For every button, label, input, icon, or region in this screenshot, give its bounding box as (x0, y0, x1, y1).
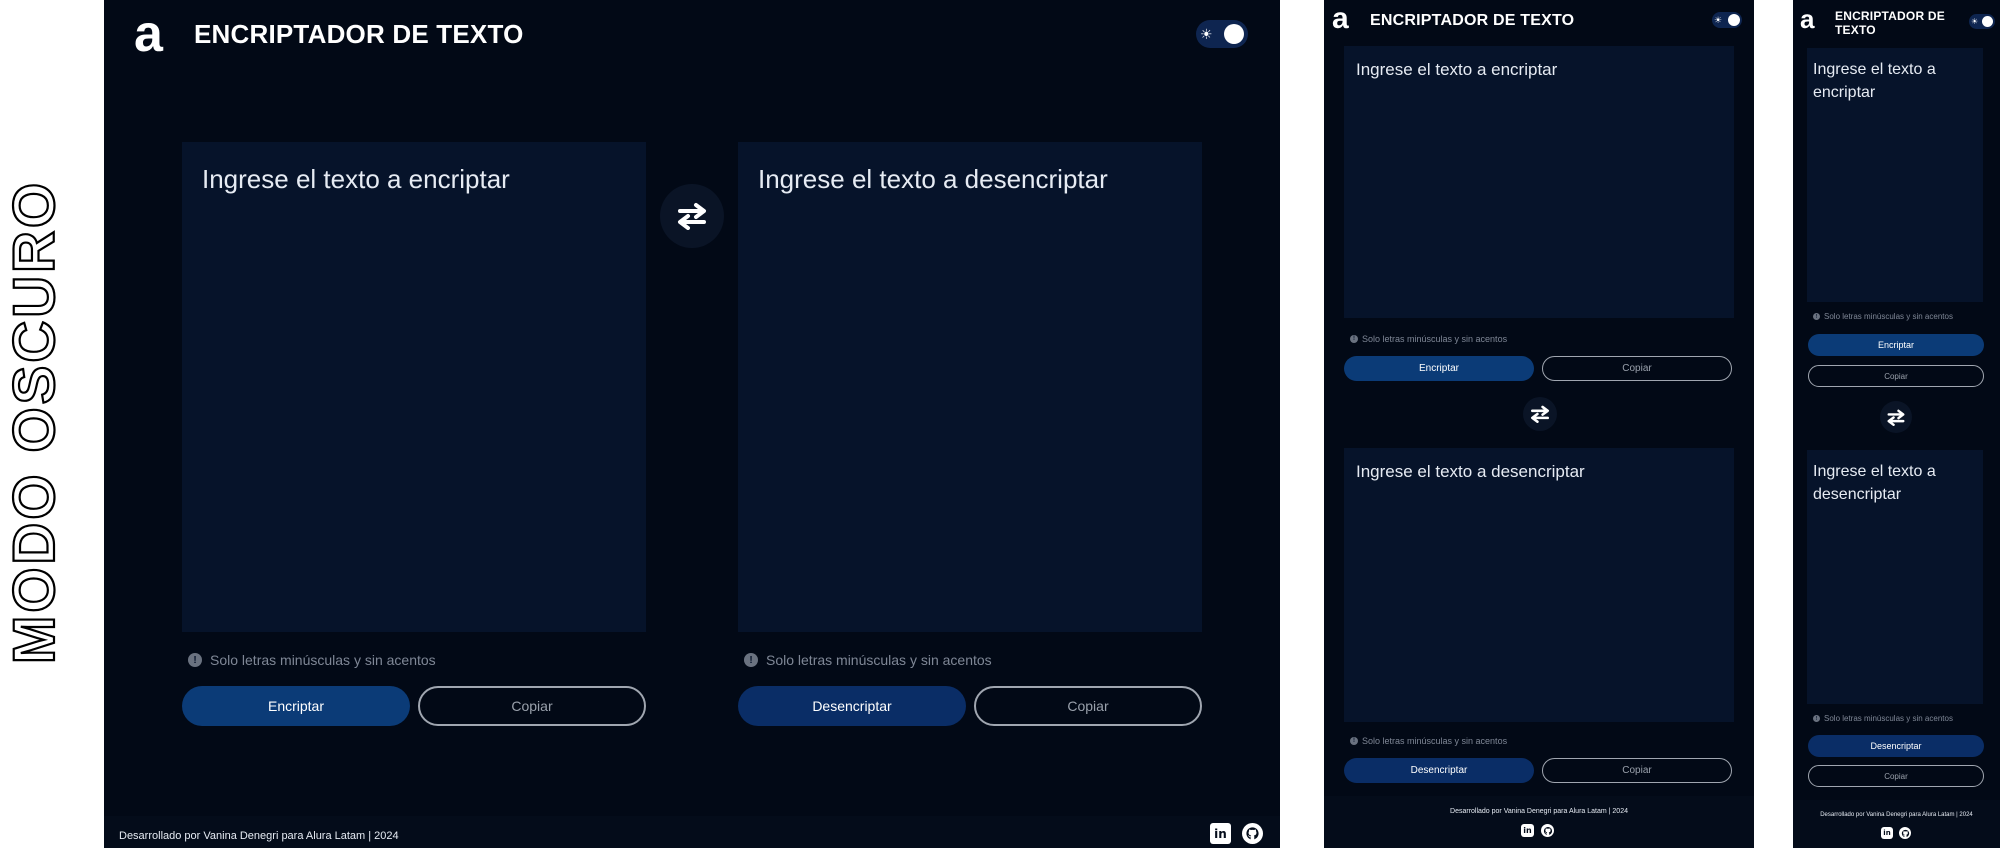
decrypt-button[interactable]: Desencriptar (1344, 758, 1534, 783)
encrypt-placeholder: Ingrese el texto a encriptar (1356, 60, 1558, 79)
desktop-view: a ENCRIPTADOR DE TEXTO ☀ Ingrese el text… (104, 0, 1280, 848)
encrypt-button[interactable]: Encriptar (182, 686, 410, 726)
linkedin-icon[interactable]: in (1881, 827, 1893, 839)
app-title: ENCRIPTADOR DE TEXTO (1370, 12, 1575, 29)
swap-arrows-icon (678, 203, 706, 230)
github-glyph (1246, 827, 1259, 840)
swap-button[interactable] (1523, 397, 1557, 431)
copy-encrypted-button[interactable]: Copiar (1808, 365, 1984, 387)
footer: Desarrollado por Vanina Denegri para Alu… (1324, 796, 1754, 848)
copy-decrypted-button[interactable]: Copiar (974, 686, 1202, 726)
app-title: ENCRIPTADOR DE TEXTO (1835, 9, 1945, 37)
alura-logo: a (1332, 2, 1349, 35)
toggle-knob (1982, 16, 1993, 27)
sun-icon: ☀ (1971, 17, 1979, 26)
encrypt-placeholder: Ingrese el texto a encriptar (1813, 61, 1936, 101)
decrypt-textarea[interactable]: Ingrese el texto a desencriptar (1344, 448, 1734, 722)
decrypt-button[interactable]: Desencriptar (1808, 735, 1984, 757)
social-links: in (1210, 823, 1263, 844)
encrypt-button[interactable]: Encriptar (1344, 356, 1534, 381)
alura-logo: a (134, 5, 163, 63)
info-icon: ! (1813, 715, 1820, 722)
decrypt-hint-text: Solo letras minúsculas y sin acentos (1824, 714, 1953, 723)
linkedin-icon[interactable]: in (1521, 824, 1534, 837)
info-icon: ! (1350, 737, 1358, 745)
footer-credit: Desarrollado por Vanina Denegri para Alu… (1820, 812, 1973, 818)
info-icon: ! (188, 653, 202, 667)
decrypt-placeholder: Ingrese el texto a desencriptar (758, 164, 1108, 194)
footer: Desarrollado por Vanina Denegri para Alu… (1793, 800, 2000, 848)
decrypt-hint-text: Solo letras minúsculas y sin acentos (766, 652, 992, 668)
encrypt-textarea[interactable]: Ingrese el texto a encriptar (1807, 48, 1983, 302)
swap-button[interactable] (660, 184, 724, 248)
encrypt-hint: ! Solo letras minúsculas y sin acentos (1813, 312, 1953, 321)
github-icon[interactable] (1899, 827, 1911, 839)
theme-toggle[interactable]: ☀ (1969, 14, 1995, 29)
github-icon[interactable] (1242, 823, 1263, 844)
encrypt-hint-text: Solo letras minúsculas y sin acentos (1824, 312, 1953, 321)
github-glyph (1543, 826, 1552, 835)
decrypt-hint-text: Solo letras minúsculas y sin acentos (1362, 736, 1508, 746)
swap-arrows-icon (1887, 409, 1905, 426)
decrypt-hint: ! Solo letras minúsculas y sin acentos (744, 652, 992, 668)
info-icon: ! (1813, 313, 1820, 320)
theme-toggle[interactable]: ☀ (1712, 12, 1742, 28)
app-title: ENCRIPTADOR DE TEXTO (194, 19, 524, 49)
encrypt-textarea[interactable]: Ingrese el texto a encriptar (182, 142, 646, 632)
info-icon: ! (744, 653, 758, 667)
swap-arrows-icon (1531, 405, 1549, 423)
encrypt-hint: ! Solo letras minúsculas y sin acentos (188, 652, 436, 668)
footer-credit: Desarrollado por Vanina Denegri para Alu… (119, 830, 399, 842)
social-links: in (1521, 824, 1554, 837)
swap-button[interactable] (1880, 401, 1912, 433)
copy-decrypted-button[interactable]: Copiar (1542, 758, 1732, 783)
copy-decrypted-button[interactable]: Copiar (1808, 765, 1984, 787)
decrypt-textarea[interactable]: Ingrese el texto a desencriptar (1807, 450, 1983, 704)
side-title: MODO OSCURO (0, 0, 80, 848)
sun-icon: ☀ (1714, 14, 1723, 25)
decrypt-hint: ! Solo letras minúsculas y sin acentos (1350, 736, 1507, 746)
github-glyph (1901, 829, 1909, 837)
encrypt-hint-text: Solo letras minúsculas y sin acentos (1362, 334, 1508, 344)
side-label: MODO OSCURO (2, 180, 67, 664)
decrypt-textarea[interactable]: Ingrese el texto a desencriptar (738, 142, 1202, 632)
encrypt-button[interactable]: Encriptar (1808, 334, 1984, 356)
linkedin-icon[interactable]: in (1210, 823, 1231, 844)
decrypt-placeholder: Ingrese el texto a desencriptar (1356, 462, 1585, 481)
encrypt-hint-text: Solo letras minúsculas y sin acentos (210, 652, 436, 668)
encrypt-placeholder: Ingrese el texto a encriptar (202, 164, 510, 194)
footer-credit: Desarrollado por Vanina Denegri para Alu… (1450, 808, 1628, 815)
info-icon: ! (1350, 335, 1358, 343)
footer: Desarrollado por Vanina Denegri para Alu… (104, 816, 1280, 848)
tablet-view: a ENCRIPTADOR DE TEXTO ☀ Ingrese el text… (1324, 0, 1754, 848)
alura-logo: a (1800, 4, 1815, 34)
toggle-knob (1728, 14, 1740, 26)
decrypt-placeholder: Ingrese el texto a desencriptar (1813, 463, 1936, 503)
theme-toggle[interactable]: ☀ (1196, 20, 1248, 48)
sun-icon: ☀ (1200, 25, 1213, 42)
social-links: in (1881, 827, 1911, 839)
decrypt-button[interactable]: Desencriptar (738, 686, 966, 726)
mobile-view: a ENCRIPTADOR DE TEXTO ☀ Ingrese el text… (1793, 0, 2000, 848)
copy-encrypted-button[interactable]: Copiar (1542, 356, 1732, 381)
side-title-graphic: MODO OSCURO (1, 179, 68, 665)
copy-encrypted-button[interactable]: Copiar (418, 686, 646, 726)
toggle-knob (1224, 24, 1244, 44)
encrypt-hint: ! Solo letras minúsculas y sin acentos (1350, 334, 1507, 344)
github-icon[interactable] (1541, 824, 1554, 837)
decrypt-hint: ! Solo letras minúsculas y sin acentos (1813, 714, 1953, 723)
encrypt-textarea[interactable]: Ingrese el texto a encriptar (1344, 46, 1734, 318)
